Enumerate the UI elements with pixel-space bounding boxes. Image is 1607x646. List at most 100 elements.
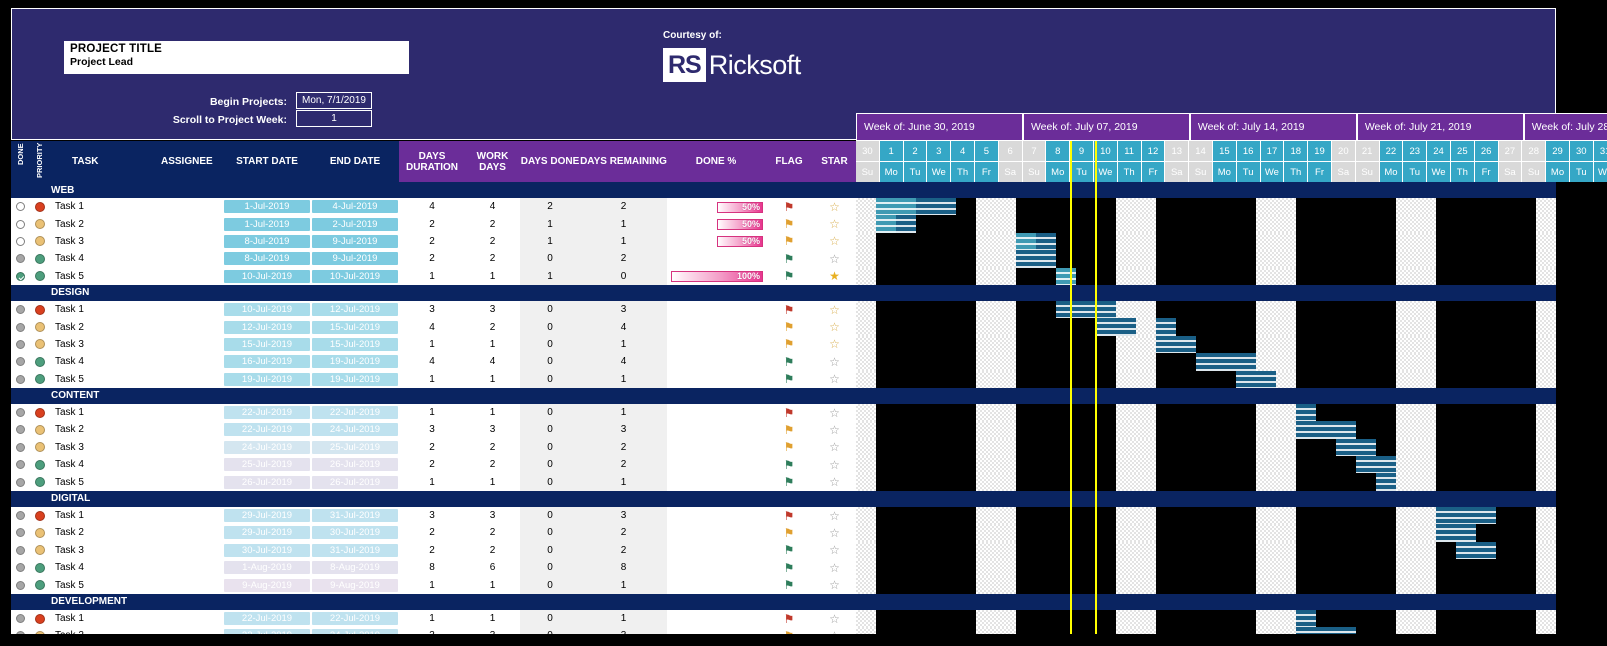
scroll-week-value[interactable]: 1 bbox=[296, 110, 372, 127]
done-checkbox[interactable] bbox=[11, 404, 30, 421]
days-done-cell[interactable]: 0 bbox=[520, 370, 580, 388]
flag-cell[interactable]: ⚑ bbox=[765, 215, 813, 232]
done-checkbox[interactable] bbox=[11, 215, 30, 232]
task-name-cell[interactable]: Task 1 bbox=[49, 301, 161, 318]
priority-indicator[interactable] bbox=[30, 250, 49, 267]
section-header-web[interactable]: WEB bbox=[11, 182, 856, 198]
done-pct-cell[interactable] bbox=[667, 610, 765, 627]
star-cell[interactable]: ☆ bbox=[813, 371, 856, 388]
assignee-cell[interactable] bbox=[161, 198, 223, 215]
table-row[interactable]: Task 5 10-Jul-2019 10-Jul-2019 1 1 1 0 100% ⚑ ★ bbox=[11, 267, 856, 285]
star-cell[interactable]: ☆ bbox=[813, 233, 856, 250]
col-header-days-duration[interactable]: DAYS DURATION bbox=[399, 141, 465, 182]
end-date-cell[interactable]: 9-Jul-2019 bbox=[311, 233, 399, 250]
table-row[interactable]: Task 222-Jul-201924-Jul-20193303⚑☆ bbox=[11, 627, 856, 634]
priority-indicator[interactable] bbox=[30, 336, 49, 353]
table-row[interactable]: Task 2 12-Jul-2019 15-Jul-2019 4 2 0 4 ⚑ ☆ bbox=[11, 318, 856, 336]
start-date-cell[interactable]: 1-Jul-2019 bbox=[223, 198, 311, 215]
done-status-icon[interactable] bbox=[16, 477, 25, 487]
star-cell[interactable]: ☆ bbox=[813, 301, 856, 318]
done-pct-cell[interactable] bbox=[667, 576, 765, 593]
done-status-icon[interactable] bbox=[16, 339, 25, 349]
assignee-cell[interactable] bbox=[161, 371, 223, 388]
done-checkbox[interactable] bbox=[11, 336, 30, 353]
days-done-cell[interactable]: 0 bbox=[520, 609, 580, 628]
done-status-icon[interactable] bbox=[16, 511, 25, 521]
star-cell[interactable]: ☆ bbox=[813, 215, 856, 232]
priority-indicator[interactable] bbox=[30, 456, 49, 473]
project-title-box[interactable]: PROJECT TITLE Project Lead bbox=[64, 41, 409, 74]
done-status-icon[interactable] bbox=[16, 425, 25, 435]
star-cell[interactable]: ★ bbox=[813, 268, 856, 285]
priority-indicator[interactable] bbox=[30, 627, 49, 634]
done-status-icon[interactable] bbox=[16, 442, 25, 452]
end-date-cell[interactable]: 26-Jul-2019 bbox=[311, 473, 399, 490]
flag-cell[interactable]: ⚑ bbox=[765, 542, 813, 559]
col-header-task[interactable]: TASK bbox=[49, 141, 161, 182]
end-date-cell[interactable]: 8-Aug-2019 bbox=[311, 559, 399, 576]
priority-indicator[interactable] bbox=[30, 215, 49, 232]
col-header-priority[interactable]: PRIORITY bbox=[30, 141, 49, 182]
col-header-work-days[interactable]: WORK DAYS bbox=[465, 141, 520, 182]
task-name-cell[interactable]: Task 3 bbox=[49, 233, 161, 250]
star-cell[interactable]: ☆ bbox=[813, 627, 856, 634]
star-cell[interactable]: ☆ bbox=[813, 198, 856, 215]
start-date-cell[interactable]: 22-Jul-2019 bbox=[223, 404, 311, 421]
table-row[interactable]: Task 3 30-Jul-2019 31-Jul-2019 2 2 0 2 ⚑ ☆ bbox=[11, 541, 856, 560]
done-checkbox[interactable] bbox=[11, 301, 30, 318]
assignee-cell[interactable] bbox=[161, 421, 223, 438]
priority-indicator[interactable] bbox=[30, 610, 49, 627]
priority-indicator[interactable] bbox=[30, 576, 49, 593]
task-name-cell[interactable]: Task 2 bbox=[49, 318, 161, 335]
done-pct-cell[interactable] bbox=[667, 473, 765, 490]
done-pct-cell[interactable]: 50% bbox=[667, 198, 765, 215]
done-pct-cell[interactable] bbox=[667, 542, 765, 559]
done-status-icon[interactable] bbox=[16, 460, 25, 470]
col-header-done-pct[interactable]: DONE % bbox=[667, 141, 765, 182]
start-date-cell[interactable]: 22-Jul-2019 bbox=[223, 627, 311, 634]
assignee-cell[interactable] bbox=[161, 353, 223, 370]
table-row[interactable]: Task 3 8-Jul-2019 9-Jul-2019 2 2 1 1 50% ⚑ ☆ bbox=[11, 232, 856, 251]
done-pct-cell[interactable] bbox=[667, 250, 765, 267]
flag-cell[interactable]: ⚑ bbox=[765, 456, 813, 473]
done-pct-cell[interactable] bbox=[667, 439, 765, 456]
done-checkbox[interactable] bbox=[11, 268, 30, 285]
end-date-cell[interactable]: 19-Jul-2019 bbox=[311, 371, 399, 388]
days-done-cell[interactable]: 0 bbox=[520, 473, 580, 491]
star-cell[interactable]: ☆ bbox=[813, 353, 856, 370]
task-name-cell[interactable]: Task 3 bbox=[49, 542, 161, 559]
section-header-digital[interactable]: DIGITAL bbox=[11, 490, 856, 507]
end-date-cell[interactable]: 22-Jul-2019 bbox=[311, 404, 399, 421]
table-row[interactable]: Task 5 19-Jul-2019 19-Jul-2019 1 1 0 1 ⚑ ☆ bbox=[11, 370, 856, 388]
flag-cell[interactable]: ⚑ bbox=[765, 627, 813, 634]
task-name-cell[interactable]: Task 4 bbox=[49, 250, 161, 267]
days-done-cell[interactable]: 0 bbox=[520, 403, 580, 422]
task-name-cell[interactable]: Task 4 bbox=[49, 353, 161, 370]
start-date-cell[interactable]: 15-Jul-2019 bbox=[223, 336, 311, 353]
task-name-cell[interactable]: Task 4 bbox=[49, 456, 161, 473]
star-cell[interactable]: ☆ bbox=[813, 507, 856, 524]
flag-cell[interactable]: ⚑ bbox=[765, 404, 813, 421]
flag-cell[interactable]: ⚑ bbox=[765, 473, 813, 490]
end-date-cell[interactable]: 31-Jul-2019 bbox=[311, 542, 399, 559]
days-done-cell[interactable]: 0 bbox=[520, 318, 580, 336]
done-status-icon[interactable] bbox=[16, 202, 25, 212]
assignee-cell[interactable] bbox=[161, 268, 223, 285]
priority-indicator[interactable] bbox=[30, 198, 49, 215]
done-checkbox[interactable] bbox=[11, 318, 30, 335]
priority-indicator[interactable] bbox=[30, 507, 49, 524]
task-name-cell[interactable]: Task 5 bbox=[49, 473, 161, 490]
task-name-cell[interactable]: Task 5 bbox=[49, 576, 161, 593]
task-name-cell[interactable]: Task 1 bbox=[49, 610, 161, 627]
done-pct-cell[interactable]: 50% bbox=[667, 233, 765, 250]
flag-cell[interactable]: ⚑ bbox=[765, 301, 813, 318]
col-header-done[interactable]: DONE bbox=[11, 141, 30, 182]
done-checkbox[interactable] bbox=[11, 353, 30, 370]
table-row[interactable]: Task 3 24-Jul-2019 25-Jul-2019 2 2 0 2 ⚑ ☆ bbox=[11, 438, 856, 457]
done-pct-cell[interactable]: 50% bbox=[667, 215, 765, 232]
priority-indicator[interactable] bbox=[30, 524, 49, 541]
star-cell[interactable]: ☆ bbox=[813, 524, 856, 541]
days-done-cell[interactable]: 2 bbox=[520, 198, 580, 216]
done-status-icon[interactable] bbox=[16, 545, 25, 555]
start-date-cell[interactable]: 10-Jul-2019 bbox=[223, 301, 311, 318]
